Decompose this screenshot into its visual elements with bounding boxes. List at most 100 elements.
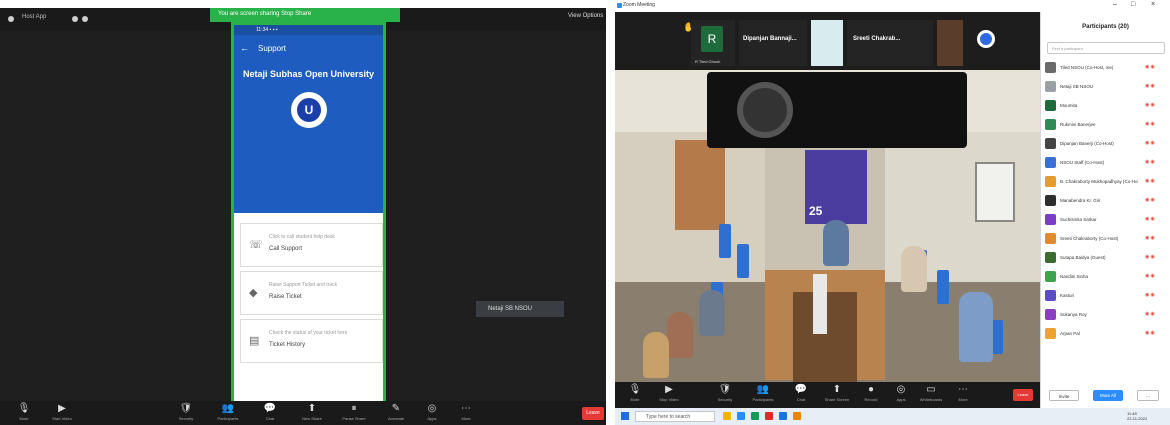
status-dot-icon: [72, 16, 78, 22]
invite-button[interactable]: Invite: [1049, 390, 1079, 401]
new-share-button[interactable]: ⬆ New Share: [298, 404, 326, 422]
clock-date: 22-11-2022: [1127, 416, 1148, 421]
leave-button[interactable]: Leave: [1013, 389, 1033, 401]
security-button[interactable]: 🛡 Security: [711, 385, 739, 403]
participant-name: Arpan Pal: [1060, 331, 1080, 336]
participant-row[interactable]: Sutapa Baidya (Guest) ◉◉: [1041, 250, 1170, 267]
toolbar-label: Security: [717, 397, 733, 402]
participant-search-input[interactable]: Find a participant: [1047, 42, 1165, 54]
participant-thumb[interactable]: [811, 20, 843, 66]
card-value: Ticket History: [269, 342, 306, 348]
avatar: [1045, 195, 1056, 206]
app-icon[interactable]: [793, 412, 801, 420]
participants-button[interactable]: 👥 Participants: [749, 385, 777, 403]
share-banner[interactable]: You are screen sharing Stop Share: [210, 8, 400, 22]
person: [699, 290, 725, 336]
participant-thumb[interactable]: Dipanjan Bannaji...: [739, 20, 807, 66]
participant-row[interactable]: Sukanya Roy ◉◉: [1041, 307, 1170, 324]
participant-thumb[interactable]: Sreeti Chakrab...: [847, 20, 933, 66]
participant-row[interactable]: Nandini Sinha ◉◉: [1041, 269, 1170, 286]
video-button[interactable]: ▶ Start Video: [48, 404, 76, 422]
chrome-icon[interactable]: [751, 412, 759, 420]
close-icon[interactable]: ×: [1151, 1, 1155, 8]
toolbar-label: Record: [864, 397, 878, 402]
app-icon[interactable]: [765, 412, 773, 420]
mic-video-icon: ◉◉: [1145, 83, 1156, 89]
participant-name: Nandini Sinha: [1060, 274, 1089, 279]
pen-icon: ✎: [391, 403, 401, 414]
file-explorer-icon[interactable]: [723, 412, 731, 420]
view-options-button[interactable]: View Options: [568, 13, 603, 19]
participant-row[interactable]: Dipanjan Banerji (Co-Host) ◉◉: [1041, 136, 1170, 153]
security-button[interactable]: 🛡 Security: [172, 404, 200, 422]
annotate-button[interactable]: ✎ Annotate: [382, 403, 410, 422]
person: [823, 220, 849, 266]
participant-name: Rukmini Banerjee: [1060, 122, 1096, 127]
raise-ticket-card[interactable]: ◆ Raise Support Ticket and track Raise T…: [240, 271, 383, 315]
avatar: [1045, 252, 1056, 263]
video-button[interactable]: ▶ Stop Video: [655, 385, 683, 403]
mute-button[interactable]: 🎙 Mute: [10, 404, 38, 422]
mic-video-icon: ◉◉: [1145, 292, 1156, 298]
participant-row[interactable]: Sreeti Chakraborty (Co-Host) ◉◉: [1041, 231, 1170, 248]
phone-header: ← Support Netaji Subhas Open University …: [234, 35, 383, 213]
participant-row[interactable]: Kasturi ◉◉: [1041, 288, 1170, 305]
participant-name: Moumita: [1060, 103, 1078, 108]
mic-video-icon: ◉◉: [1145, 64, 1156, 70]
more-options-button[interactable]: ⋯: [1137, 390, 1159, 401]
participant-row[interactable]: Suchismita Sarkar ◉◉: [1041, 212, 1170, 229]
call-support-card[interactable]: ☏ Click to call student help desk Call S…: [240, 223, 383, 267]
whiteboards-button[interactable]: ▭ Whiteboards: [917, 385, 945, 403]
pause-share-button[interactable]: ⏸ Pause Share: [340, 404, 368, 422]
avatar: [1045, 157, 1056, 168]
participant-row[interactable]: Arpan Pal ◉◉: [1041, 326, 1170, 343]
chat-button[interactable]: 💬 Chat: [256, 404, 284, 422]
avatar[interactable]: [977, 30, 995, 48]
toolbar-label: Mute: [630, 397, 640, 402]
leave-button[interactable]: Leave: [582, 407, 604, 420]
participant-thumb[interactable]: [937, 20, 963, 66]
mic-video-icon: ◉◉: [1145, 235, 1156, 241]
participants-button[interactable]: 👥 Participants: [214, 404, 242, 422]
microphone-icon: 🎙: [628, 384, 642, 395]
phone-status-bar: 11:34 ▪ ▪ ▪: [234, 25, 383, 35]
mute-all-button[interactable]: Mute All: [1093, 390, 1123, 401]
share-screen-button[interactable]: ⬆ Share Screen: [823, 385, 851, 403]
banner-number: 25: [809, 204, 823, 218]
participant-row[interactable]: Rukmini Banerjee ◉◉: [1041, 117, 1170, 134]
avatar: [1045, 81, 1056, 92]
record-button[interactable]: ● Record: [857, 385, 885, 403]
more-button[interactable]: ⋯ More: [949, 385, 977, 403]
projector-lens: [737, 82, 793, 138]
minimize-icon[interactable]: –: [1113, 1, 1117, 8]
maximize-icon[interactable]: □: [1131, 1, 1135, 8]
apps-button[interactable]: ◎ Apps: [887, 385, 915, 403]
participant-row[interactable]: Moumita ◉◉: [1041, 98, 1170, 115]
back-arrow-icon[interactable]: ←: [240, 43, 249, 53]
participant-name: B. Chakraborty Mukhopadhyay (Co-Host): [1060, 179, 1138, 184]
participant-name: NSOU Staff (Co-Host): [1060, 160, 1105, 165]
toolbar-label: Chat: [796, 397, 806, 402]
avatar: [1045, 119, 1056, 130]
avatar: [1045, 233, 1056, 244]
participant-row[interactable]: Netaji SB NSOU ◉◉: [1041, 79, 1170, 96]
toolbar-label: More: [461, 416, 471, 421]
taskbar-search[interactable]: Type here to search: [635, 411, 715, 422]
ticket-history-card[interactable]: ▤ Check the status of your ticket here T…: [240, 319, 383, 363]
chat-button[interactable]: 💬 Chat: [787, 385, 815, 403]
participant-thumb[interactable]: R R Tiled Ghosh: [691, 20, 735, 66]
more-button[interactable]: ⋯ More: [452, 404, 480, 422]
toolbar-label: New Share: [302, 416, 322, 421]
mic-video-icon: ◉◉: [1145, 178, 1156, 184]
zoom-taskbar-icon[interactable]: [737, 412, 745, 420]
mute-button[interactable]: 🎙 Mute: [621, 384, 649, 403]
participant-row[interactable]: NSOU Staff (Co-Host) ◉◉: [1041, 155, 1170, 172]
participant-row[interactable]: Tiled NSOU (Co-Host, me) ◉◉: [1041, 60, 1170, 77]
participant-name-tag: Netaji SB NSOU: [476, 301, 564, 317]
app-icon[interactable]: [779, 412, 787, 420]
taskbar-clock: 11:48 22-11-2022: [1127, 411, 1147, 421]
participant-row[interactable]: Manabendra Kr. Giri ◉◉: [1041, 193, 1170, 210]
participant-row[interactable]: B. Chakraborty Mukhopadhyay (Co-Host) ◉◉: [1041, 174, 1170, 191]
apps-button[interactable]: ◎ Apps: [418, 404, 446, 422]
windows-start-icon[interactable]: [621, 412, 629, 420]
